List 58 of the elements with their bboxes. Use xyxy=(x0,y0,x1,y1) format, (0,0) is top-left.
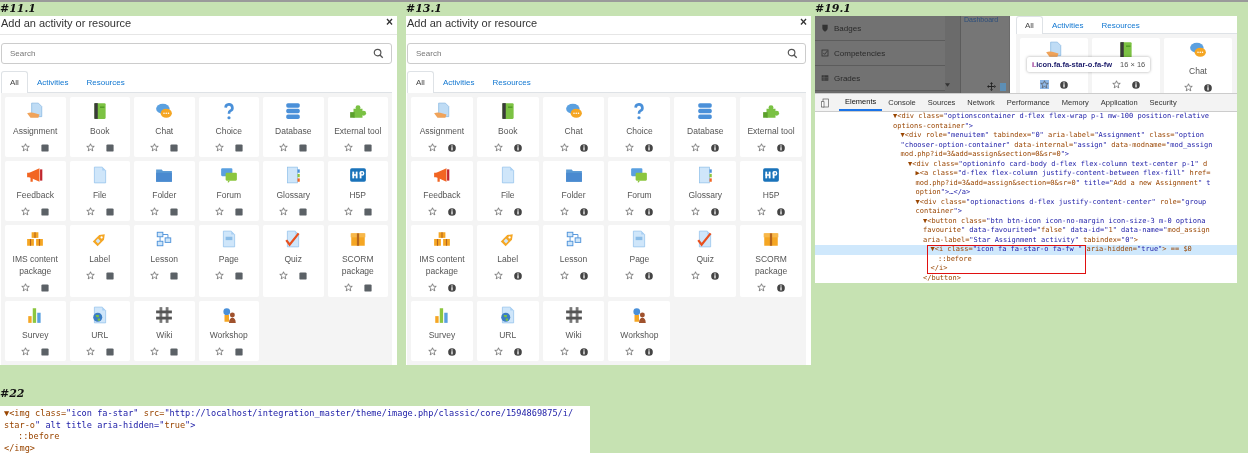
activity-label: Quiz xyxy=(284,253,302,265)
activity-label: Folder xyxy=(152,189,177,201)
activity-label: External tool xyxy=(747,125,795,137)
activity-label: Label xyxy=(497,253,519,265)
activity-label: Survey xyxy=(428,329,456,341)
activity-label: Label xyxy=(89,253,111,265)
sidebar-label: Badges xyxy=(834,23,862,33)
activity-label: Book xyxy=(498,125,518,137)
activity-label: Assignment xyxy=(13,125,58,137)
screenshot-label: #19.1 xyxy=(815,2,851,16)
activity-label: Database xyxy=(687,125,724,137)
activity-label: Choice xyxy=(215,125,242,137)
code-line: ▼<img class="icon fa-star" src="http://localhost/integration_master/theme/image.php/classic/core/1594869875/i/ xyxy=(3,408,575,420)
code-line: ::before xyxy=(17,431,61,443)
activity-label: URL xyxy=(499,329,517,341)
activity-label: H5P xyxy=(762,189,780,201)
code-line: star-o" alt title aria-hidden="true"> xyxy=(3,419,197,431)
activity-label: Page xyxy=(218,253,239,265)
activity-label: Chat xyxy=(1189,65,1207,77)
activity-label: Quiz xyxy=(696,253,714,265)
activity-label: Wiki xyxy=(156,329,173,341)
activity-label: Survey xyxy=(22,329,49,341)
activity-label: External tool xyxy=(334,125,382,137)
activity-label: IMS content package xyxy=(418,253,466,277)
activity-label: IMS content package xyxy=(11,253,59,277)
activity-label: Book xyxy=(90,125,110,137)
activity-label: Glossary xyxy=(276,189,310,201)
dialog-title: Add an activity or resource xyxy=(1,17,132,29)
activity-label: Assignment xyxy=(419,125,465,137)
activity-label: Folder xyxy=(561,189,586,201)
activity-label: Forum xyxy=(627,189,652,201)
activity-label: Database xyxy=(275,125,312,137)
screenshot-label: #13.1 xyxy=(406,2,442,16)
activity-label: Chat xyxy=(564,125,583,137)
dialog-title: Add an activity or resource xyxy=(407,17,538,29)
activity-label: File xyxy=(500,189,515,201)
activity-label: Lesson xyxy=(150,253,178,265)
activity-label: Feedback xyxy=(16,189,54,201)
activity-label: H5P xyxy=(349,189,366,201)
activity-label: Choice xyxy=(626,125,653,137)
activity-label: Feedback xyxy=(423,189,461,201)
code-line: </img> xyxy=(3,442,37,453)
activity-label: Chat xyxy=(155,125,174,137)
activity-label: Workshop xyxy=(209,329,248,341)
screenshot-label: #22 xyxy=(0,387,25,401)
activity-label: SCORM package xyxy=(754,253,789,277)
sidebar-label: Competencies xyxy=(834,48,886,58)
activity-label: SCORM package xyxy=(340,253,375,277)
activity-label: URL xyxy=(91,329,109,341)
activity-label: File xyxy=(92,189,107,201)
activity-label: Lesson xyxy=(559,253,588,265)
activity-label: Forum xyxy=(216,189,242,201)
activity-label: Workshop xyxy=(620,329,659,341)
activity-label: Page xyxy=(629,253,650,265)
activity-label: Glossary xyxy=(688,189,722,201)
sidebar-label: Grades xyxy=(834,73,861,83)
screenshot-label: #11.1 xyxy=(0,2,36,16)
activity-label: Wiki xyxy=(565,329,582,341)
